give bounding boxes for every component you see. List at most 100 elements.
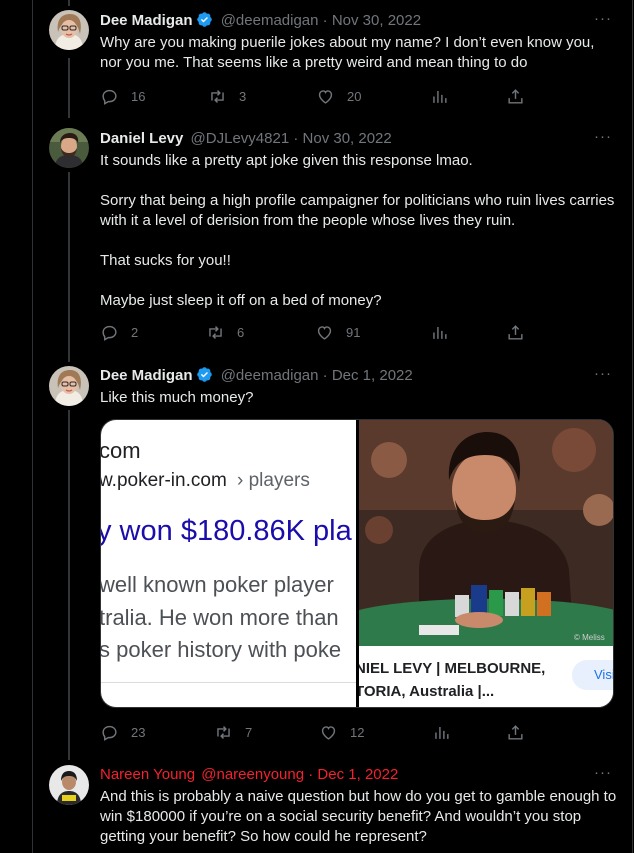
tweet-paragraph: It sounds like a pretty apt joke given t… bbox=[100, 152, 473, 169]
like-icon bbox=[321, 725, 336, 740]
views-icon bbox=[433, 326, 447, 339]
verified-badge-icon bbox=[196, 11, 213, 34]
avatar[interactable] bbox=[49, 366, 89, 406]
views-button[interactable] bbox=[430, 322, 449, 342]
more-icon[interactable]: ··· bbox=[594, 10, 612, 27]
result-title: y won $180.86K pla bbox=[101, 515, 352, 547]
tweet-media[interactable]: com w.poker-in.com › players y won $180.… bbox=[100, 419, 614, 708]
timestamp[interactable]: Nov 30, 2022 bbox=[303, 130, 392, 147]
tweet-3[interactable]: Dee Madigan @deemadigan · Dec 1, 2022 ··… bbox=[33, 356, 632, 760]
tweet-header: Nareen Young @nareenyoung · Dec 1, 2022 bbox=[100, 765, 398, 785]
poker-player-photo: © Meliss bbox=[359, 420, 613, 646]
result-snippet: s poker history with poke bbox=[101, 637, 342, 662]
tweet-4[interactable]: Nareen Young @nareenyoung · Dec 1, 2022 … bbox=[33, 760, 632, 853]
visit-button[interactable]: Visi bbox=[572, 660, 613, 690]
more-icon[interactable]: ··· bbox=[594, 764, 612, 781]
like-icon bbox=[318, 89, 333, 104]
reply-button[interactable]: 23 bbox=[100, 722, 145, 742]
tweet-paragraph: Sorry that being a high profile campaign… bbox=[100, 192, 619, 229]
tweet-paragraph: Maybe just sleep it off on a bed of mone… bbox=[100, 292, 382, 309]
retweet-button[interactable]: 7 bbox=[214, 722, 252, 742]
handle[interactable]: @nareenyoung bbox=[201, 766, 304, 783]
timestamp[interactable]: Nov 30, 2022 bbox=[332, 12, 421, 29]
tweet-actions: 23 7 12 bbox=[100, 722, 530, 742]
retweet-icon bbox=[209, 325, 222, 339]
share-icon bbox=[508, 88, 523, 104]
tweet-text: Like this much money? bbox=[100, 388, 620, 408]
tweet-text: Why are you making puerile jokes about m… bbox=[100, 33, 620, 73]
reply-button[interactable]: 2 bbox=[100, 322, 138, 342]
views-button[interactable] bbox=[430, 86, 449, 106]
tweet-text-content: Why are you making puerile jokes about m… bbox=[100, 34, 599, 71]
like-button[interactable]: 20 bbox=[316, 86, 361, 106]
reply-icon bbox=[102, 325, 117, 341]
search-result-screenshot[interactable]: com w.poker-in.com › players y won $180.… bbox=[101, 420, 356, 707]
more-icon[interactable]: ··· bbox=[594, 365, 612, 382]
retweet-count: 6 bbox=[237, 324, 245, 340]
tweet-text: And this is probably a naive question bu… bbox=[100, 787, 620, 847]
avatar[interactable] bbox=[49, 128, 89, 168]
tweet-text-content: And this is probably a naive question bu… bbox=[100, 788, 621, 845]
display-name[interactable]: Nareen Young bbox=[100, 766, 195, 783]
handle[interactable]: @deemadigan bbox=[221, 367, 319, 384]
tweet-header: Dee Madigan @deemadigan · Nov 30, 2022 bbox=[100, 11, 421, 34]
thread-line bbox=[68, 58, 70, 118]
share-button[interactable] bbox=[506, 722, 525, 742]
share-icon bbox=[508, 724, 523, 740]
timestamp[interactable]: Dec 1, 2022 bbox=[317, 766, 398, 783]
display-name[interactable]: Dee Madigan bbox=[100, 367, 193, 384]
tweet-actions: 16 3 20 bbox=[100, 86, 530, 106]
result-snippet: well known poker player bbox=[101, 572, 334, 597]
tweet-text: It sounds like a pretty apt joke given t… bbox=[100, 151, 620, 311]
reply-button[interactable]: 16 bbox=[100, 86, 145, 106]
share-icon bbox=[508, 324, 523, 340]
caption-line-2: TORIA, Australia |... bbox=[359, 683, 495, 700]
avatar[interactable] bbox=[49, 765, 89, 805]
retweet-count: 3 bbox=[239, 88, 247, 104]
reply-count: 2 bbox=[131, 324, 139, 340]
like-button[interactable]: 12 bbox=[319, 722, 364, 742]
share-button[interactable] bbox=[506, 322, 525, 342]
display-name[interactable]: Dee Madigan bbox=[100, 12, 193, 29]
retweet-button[interactable]: 6 bbox=[206, 322, 244, 342]
verified-badge-icon bbox=[196, 366, 213, 389]
tweet-text-content: Like this much money? bbox=[100, 389, 254, 406]
image-caption: NIEL LEVY | MELBOURNE, TORIA, Australia … bbox=[359, 648, 613, 707]
separator: · bbox=[322, 367, 328, 384]
tweet-actions: 2 6 91 bbox=[100, 322, 530, 342]
like-count: 91 bbox=[346, 324, 361, 340]
avatar[interactable] bbox=[49, 10, 89, 50]
column-border-right bbox=[632, 0, 633, 853]
views-icon bbox=[433, 90, 447, 103]
separator: · bbox=[322, 12, 328, 29]
result-breadcrumb: › players bbox=[237, 470, 310, 491]
share-button[interactable] bbox=[506, 86, 525, 106]
tweet-2[interactable]: Daniel Levy @DJLevy4821 · Nov 30, 2022 ·… bbox=[33, 0, 632, 356]
tweet-paragraph: That sucks for you!! bbox=[100, 252, 231, 269]
result-domain: com bbox=[101, 438, 141, 463]
like-count: 20 bbox=[347, 88, 362, 104]
tweet-header: Dee Madigan @deemadigan · Dec 1, 2022 bbox=[100, 366, 413, 389]
thread-line bbox=[68, 0, 70, 6]
result-url: w.poker-in.com bbox=[101, 470, 227, 491]
image-result-screenshot[interactable]: © Meliss NIEL LEVY | MELBOURNE, TORIA, A… bbox=[359, 420, 613, 707]
timeline: Dee Madigan @deemadigan · Nov 30, 2022 ·… bbox=[0, 0, 634, 853]
thread-line bbox=[68, 172, 70, 356]
display-name[interactable]: Daniel Levy bbox=[100, 130, 183, 147]
views-icon bbox=[435, 726, 449, 739]
handle[interactable]: @DJLevy4821 bbox=[191, 130, 290, 147]
timestamp[interactable]: Dec 1, 2022 bbox=[332, 367, 413, 384]
reply-icon bbox=[102, 725, 117, 741]
separator: · bbox=[308, 766, 314, 783]
thread-line bbox=[68, 356, 70, 362]
more-icon[interactable]: ··· bbox=[594, 128, 612, 145]
views-button[interactable] bbox=[432, 722, 451, 742]
handle[interactable]: @deemadigan bbox=[221, 12, 319, 29]
tweet-header: Daniel Levy @DJLevy4821 · Nov 30, 2022 bbox=[100, 129, 392, 149]
tweet-1[interactable]: Dee Madigan @deemadigan · Nov 30, 2022 ·… bbox=[33, 0, 632, 118]
retweet-icon bbox=[217, 725, 230, 739]
like-button[interactable]: 91 bbox=[315, 322, 360, 342]
thread-line bbox=[68, 410, 70, 760]
photo-watermark: © Meliss bbox=[574, 633, 605, 642]
retweet-button[interactable]: 3 bbox=[208, 86, 246, 106]
